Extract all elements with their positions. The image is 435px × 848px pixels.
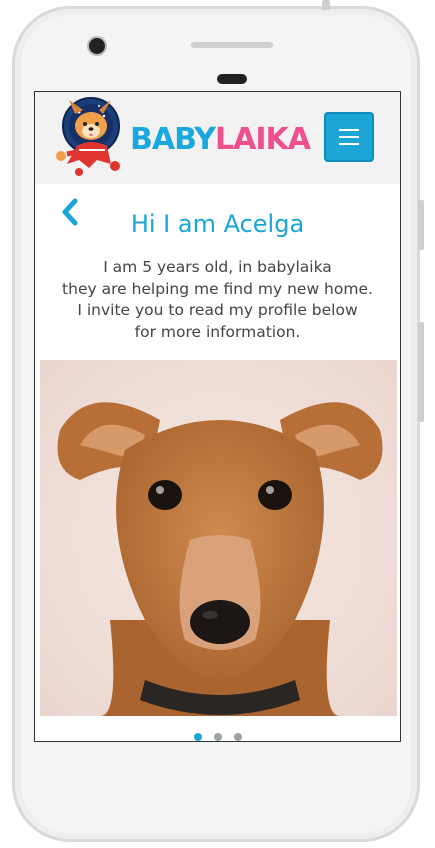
- proximity-sensor: [217, 74, 247, 84]
- earpiece-speaker: [191, 42, 273, 48]
- page-title: Hi I am Acelga: [130, 210, 305, 238]
- menu-button[interactable]: [324, 112, 374, 162]
- app-header: BABYLAIKA: [35, 92, 400, 184]
- intro-line: for more information.: [134, 322, 301, 341]
- intro-line: I invite you to read my profile below: [77, 301, 358, 319]
- hamburger-icon: [339, 129, 359, 131]
- intro-line: I am 5 years old, in babylaika: [103, 258, 332, 276]
- volume-up-button: [418, 200, 424, 250]
- carousel-dot[interactable]: [213, 733, 222, 741]
- carousel-indicators: [35, 726, 400, 741]
- brand-wordmark[interactable]: BABYLAIKA: [130, 122, 311, 158]
- front-camera: [89, 38, 105, 54]
- volume-down-button: [418, 322, 424, 422]
- profile-intro: I am 5 years old, in babylaika they are …: [35, 257, 400, 343]
- app-screen: BABYLAIKA Hi I am Acelga I am 5 years ol…: [34, 91, 401, 742]
- dog-photo[interactable]: [40, 360, 397, 716]
- intro-line: they are helping me find my new home.: [62, 279, 373, 298]
- brand-baby: BABY: [130, 122, 216, 157]
- dog-astronaut-logo-icon[interactable]: [49, 94, 129, 178]
- brand-laika: LAIKA: [215, 122, 311, 157]
- top-button: [322, 0, 330, 10]
- carousel-dot[interactable]: [193, 733, 202, 741]
- carousel-dot[interactable]: [233, 733, 242, 741]
